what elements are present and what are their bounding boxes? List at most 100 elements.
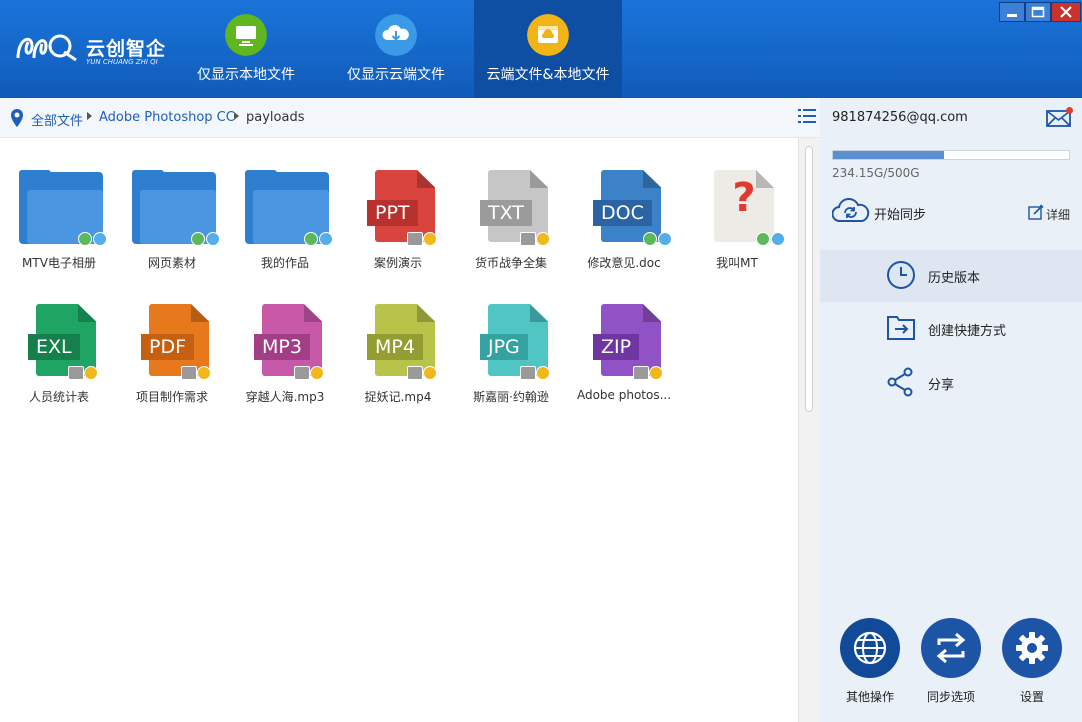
local-status-icon bbox=[191, 232, 205, 246]
cloud-status-icon bbox=[93, 232, 107, 246]
file-item[interactable]: TXT 货币战争全集 bbox=[454, 140, 568, 270]
file-name: 货币战争全集 bbox=[474, 256, 547, 270]
not-local-status-icon bbox=[633, 366, 649, 380]
side-panel: 981874256@qq.com 234.15G/500G 开始同步 详细 历史… bbox=[820, 98, 1082, 722]
breadcrumb-separator-icon bbox=[234, 112, 239, 120]
cloud-status-icon bbox=[206, 232, 220, 246]
local-status-icon bbox=[756, 232, 770, 246]
file-item[interactable]: MP3 穿越人海.mp3 bbox=[228, 274, 342, 404]
storage-text: 234.15G/500G bbox=[832, 166, 920, 180]
cloud-only-status-icon bbox=[536, 366, 550, 380]
scrollbar-thumb[interactable] bbox=[805, 146, 813, 412]
file-type-badge: EXL bbox=[28, 334, 80, 360]
menu-item-share[interactable]: 分享 bbox=[820, 357, 1082, 409]
menu-item-create-shortcut[interactable]: 创建快捷方式 bbox=[820, 303, 1082, 355]
file-name: 斯嘉丽·约翰逊 bbox=[473, 390, 549, 404]
title-bar: 云创智企 YUN CHUANG ZHI QI 仅显示本地文件 仅显示云端文件 云… bbox=[0, 0, 1082, 98]
cloud-folder-icon bbox=[527, 14, 569, 56]
file-item[interactable]: EXL 人员统计表 bbox=[2, 274, 116, 404]
breadcrumb-item[interactable]: Adobe Photoshop CC bbox=[99, 110, 235, 125]
settings-label: 设置 bbox=[1019, 690, 1044, 704]
not-local-status-icon bbox=[407, 232, 423, 246]
file-type-badge: MP3 bbox=[254, 334, 310, 360]
cloud-only-status-icon bbox=[423, 366, 437, 380]
not-local-status-icon bbox=[407, 366, 423, 380]
tab-local-only[interactable]: 仅显示本地文件 bbox=[172, 0, 320, 98]
file-item[interactable]: PDF 项目制作需求 bbox=[115, 274, 229, 404]
file-item[interactable]: 我的作品 bbox=[228, 140, 342, 270]
file-name: 捉妖记.mp4 bbox=[364, 390, 432, 404]
other-actions-label: 其他操作 bbox=[845, 690, 894, 704]
menu-label: 历史版本 bbox=[928, 271, 981, 286]
breadcrumb-root[interactable]: 全部文件 bbox=[31, 110, 83, 129]
file-name: 我叫MT bbox=[716, 256, 758, 270]
storage-progress-bar bbox=[832, 150, 1070, 160]
cloud-only-status-icon bbox=[536, 232, 550, 246]
file-item[interactable]: ? 我叫MT bbox=[680, 140, 794, 270]
menu-item-history[interactable]: 历史版本 bbox=[820, 250, 1082, 302]
detail-button[interactable]: 详细 bbox=[1028, 204, 1070, 224]
cloud-only-status-icon bbox=[423, 232, 437, 246]
logo-mark-icon bbox=[16, 34, 77, 62]
sync-options-button[interactable] bbox=[921, 618, 981, 678]
cloud-status-icon bbox=[771, 232, 785, 246]
local-status-icon bbox=[643, 232, 657, 246]
file-item[interactable]: MP4 捉妖记.mp4 bbox=[341, 274, 455, 404]
file-type-badge: PDF bbox=[141, 334, 195, 360]
clock-icon bbox=[887, 261, 915, 289]
breadcrumb-current: payloads bbox=[246, 110, 305, 125]
maximize-icon bbox=[1031, 6, 1045, 18]
minimize-button[interactable] bbox=[999, 2, 1025, 22]
cloud-download-icon bbox=[375, 14, 417, 56]
gear-icon bbox=[1016, 632, 1048, 664]
file-item[interactable]: PPT 案例演示 bbox=[341, 140, 455, 270]
cloud-only-status-icon bbox=[649, 366, 663, 380]
tab-cloud-only[interactable]: 仅显示云端文件 bbox=[322, 0, 470, 98]
question-mark: ? bbox=[732, 175, 756, 221]
file-type-badge: TXT bbox=[480, 200, 532, 226]
not-local-status-icon bbox=[520, 366, 536, 380]
cloud-only-status-icon bbox=[197, 366, 211, 380]
breadcrumb-separator-icon bbox=[87, 112, 92, 120]
file-item[interactable]: 网页素材 bbox=[115, 140, 229, 270]
minimize-icon bbox=[1007, 14, 1017, 17]
file-type-badge: DOC bbox=[593, 200, 652, 226]
logo-text-en: YUN CHUANG ZHI QI bbox=[86, 58, 158, 66]
file-name: 我的作品 bbox=[260, 256, 309, 270]
location-pin-icon bbox=[11, 109, 23, 127]
file-name: Adobe photos... bbox=[576, 388, 672, 402]
other-actions-button[interactable] bbox=[840, 618, 900, 678]
close-icon bbox=[1060, 6, 1072, 18]
file-type-badge: MP4 bbox=[367, 334, 423, 360]
file-name: 项目制作需求 bbox=[135, 390, 208, 404]
file-type-badge: JPG bbox=[480, 334, 528, 360]
file-item[interactable]: ZIP Adobe photos... bbox=[567, 274, 681, 404]
file-item[interactable]: DOC 修改意见.doc bbox=[567, 140, 681, 270]
not-local-status-icon bbox=[520, 232, 536, 246]
cloud-only-status-icon bbox=[84, 366, 98, 380]
close-button[interactable] bbox=[1051, 2, 1081, 22]
file-item[interactable]: MTV电子相册 bbox=[2, 140, 116, 270]
storage-progress-fill bbox=[833, 151, 944, 159]
file-grid: MTV电子相册 网页素材 我的作品 PPT 案例演示 TXT 货币战争全集 DO… bbox=[0, 138, 798, 722]
cloud-status-icon bbox=[319, 232, 333, 246]
file-type-badge: ZIP bbox=[593, 334, 640, 360]
local-status-icon bbox=[304, 232, 318, 246]
edit-icon bbox=[1028, 204, 1044, 220]
file-name: 人员统计表 bbox=[28, 390, 89, 404]
file-item[interactable]: JPG 斯嘉丽·约翰逊 bbox=[454, 274, 568, 404]
file-type-badge: PPT bbox=[367, 200, 418, 226]
maximize-button[interactable] bbox=[1025, 2, 1051, 22]
menu-label: 分享 bbox=[928, 378, 955, 393]
file-name: 网页素材 bbox=[147, 256, 196, 270]
menu-label: 创建快捷方式 bbox=[928, 324, 1007, 339]
tab-cloud-only-label: 仅显示云端文件 bbox=[347, 67, 445, 83]
file-name: 穿越人海.mp3 bbox=[245, 390, 325, 404]
list-view-icon[interactable] bbox=[798, 108, 816, 124]
file-name: MTV电子相册 bbox=[22, 256, 96, 270]
start-sync-button[interactable]: 开始同步 bbox=[831, 197, 926, 224]
tab-cloud-and-local[interactable]: 云端文件&本地文件 bbox=[474, 0, 622, 98]
cloud-only-status-icon bbox=[310, 366, 324, 380]
not-local-status-icon bbox=[68, 366, 84, 380]
settings-button[interactable] bbox=[1002, 618, 1062, 678]
